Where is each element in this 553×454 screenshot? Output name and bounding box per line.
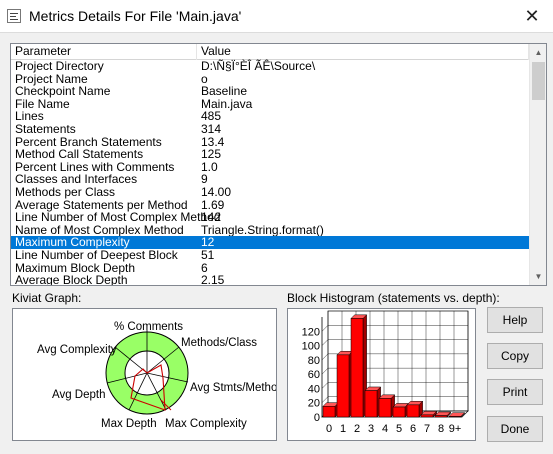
y-tick-label: 100	[302, 341, 320, 353]
bar	[364, 390, 378, 418]
list-rows: Project Directory D:\Ñ§Ï°ÈÎ ÃÊ\Source\ Pro…	[11, 60, 529, 286]
grid-line-diagonal	[321, 396, 329, 403]
list-item-value: 142	[201, 210, 222, 225]
list-item[interactable]: Lines 485	[11, 110, 529, 123]
list-item-value: 14.00	[201, 184, 232, 199]
y-tick-label: 40	[308, 383, 320, 395]
print-button[interactable]: Print	[487, 379, 543, 405]
y-tick-label: 80	[308, 355, 320, 367]
scroll-thumb[interactable]	[532, 62, 545, 100]
kiviat-panel: % Comments Methods/Class Avg Stmts/Metho…	[12, 308, 284, 441]
list-item-parameter: Method Call Statements	[15, 147, 144, 162]
metrics-list[interactable]: Parameter Value Project Directory D:\Ñ§Ï°…	[10, 43, 547, 286]
x-tick-label: 4	[382, 423, 388, 435]
close-button[interactable]: ✕	[511, 0, 553, 32]
list-item-value: Baseline	[201, 84, 248, 99]
bar	[350, 318, 364, 418]
list-item-value: 314	[201, 121, 222, 136]
x-tick-label: 3	[368, 423, 374, 435]
kiviat-axis-label-methods-class: Methods/Class	[181, 337, 257, 349]
list-header: Parameter Value	[11, 44, 529, 60]
bar	[420, 414, 434, 418]
list-item[interactable]: File Name Main.java	[11, 98, 529, 111]
scroll-down-icon[interactable]: ▼	[530, 268, 546, 285]
list-item-parameter: Checkpoint Name	[15, 84, 111, 99]
x-tick-label: 1	[340, 423, 346, 435]
app-icon	[7, 9, 21, 23]
column-header-parameter[interactable]: Parameter	[11, 44, 197, 60]
histogram-chart: 0204060801001200 1 2 3 4 5 6 7 8 9+	[302, 310, 469, 435]
grid-line-diagonal	[321, 325, 329, 332]
x-tick-label: 9+	[449, 423, 462, 435]
list-item-value: D:\Ñ§Ï°ÈÎ ÃÊ\Source\	[201, 59, 316, 73]
list-item[interactable]: Method Call Statements 125	[11, 148, 529, 161]
done-button[interactable]: Done	[487, 416, 543, 442]
list-item-parameter: Line Number of Deepest Block	[15, 247, 178, 262]
x-tick-label: 6	[410, 423, 416, 435]
kiviat-axis-label-avg-depth: Avg Depth	[52, 389, 106, 401]
kiviat-axis-label-comments: % Comments	[114, 321, 183, 333]
x-tick-label: 7	[424, 423, 430, 435]
x-tick-label: 2	[354, 423, 360, 435]
kiviat-axis-label-avg-stmts: Avg Stmts/Method	[190, 382, 276, 394]
list-item[interactable]: Line Number of Most Complex Method 142	[11, 211, 529, 224]
y-tick-label: 120	[302, 326, 320, 338]
list-item-value: Triangle.String.format()	[201, 222, 324, 237]
list-scrollbar[interactable]: ▲ ▼	[529, 44, 546, 285]
bar	[336, 354, 350, 418]
help-button[interactable]: Help	[487, 307, 543, 333]
list-item-value: 2.15	[201, 273, 225, 286]
y-tick-label: 20	[308, 398, 320, 410]
bar	[434, 415, 448, 418]
grid-line-diagonal	[321, 368, 329, 375]
grid-line-diagonal	[321, 382, 329, 389]
kiviat-label: Kiviat Graph:	[12, 291, 82, 305]
grid-line-diagonal	[321, 339, 329, 346]
title-bar: Metrics Details For File 'Main.java' ✕	[0, 0, 553, 33]
scroll-up-icon[interactable]: ▲	[530, 44, 546, 61]
list-item-parameter: Average Block Depth	[15, 273, 128, 286]
list-item[interactable]: Checkpoint Name Baseline	[11, 85, 529, 98]
kiviat-axis-label-max-complexity: Max Complexity	[165, 418, 247, 430]
grid-line-diagonal	[321, 353, 329, 360]
list-item-parameter: Project Directory	[15, 59, 104, 73]
copy-button[interactable]: Copy	[487, 343, 543, 369]
list-item[interactable]: Statements 314	[11, 123, 529, 136]
list-item[interactable]: Line Number of Deepest Block 51	[11, 249, 529, 262]
kiviat-graph: % Comments Methods/Class Avg Stmts/Metho…	[37, 321, 284, 430]
y-tick-label: 60	[308, 369, 320, 381]
list-item-value: 51	[201, 247, 215, 262]
list-item-parameter: Line Number of Most Complex Method	[15, 210, 221, 225]
column-header-value[interactable]: Value	[197, 44, 529, 60]
kiviat-axis-label-avg-complexity: Avg Complexity	[37, 344, 117, 356]
bar	[392, 406, 406, 418]
window-title: Metrics Details For File 'Main.java'	[29, 8, 242, 24]
bar	[322, 406, 336, 418]
bar	[378, 398, 392, 418]
x-tick-label: 5	[396, 423, 402, 435]
bar	[448, 416, 462, 418]
list-item[interactable]: Methods per Class 14.00	[11, 186, 529, 199]
kiviat-axis-label-max-depth: Max Depth	[101, 418, 157, 430]
y-tick-label: 0	[314, 412, 320, 424]
histogram-label: Block Histogram (statements vs. depth):	[287, 291, 500, 305]
histogram-panel: 0 20 40 60 80 100 120 0 1 2 3 4 5 6 7 8 9+	[287, 308, 476, 441]
close-icon: ✕	[524, 5, 540, 26]
list-item-parameter: Statements	[15, 121, 76, 136]
x-tick-label: 8	[438, 423, 444, 435]
x-tick-label: 0	[326, 423, 332, 435]
list-item[interactable]: Average Block Depth 2.15	[11, 273, 529, 286]
list-item[interactable]: Project Directory D:\Ñ§Ï°ÈÎ ÃÊ\Source\	[11, 60, 529, 73]
list-item-parameter: Methods per Class	[15, 184, 116, 199]
list-item-value: 125	[201, 147, 222, 162]
bar	[406, 404, 420, 418]
